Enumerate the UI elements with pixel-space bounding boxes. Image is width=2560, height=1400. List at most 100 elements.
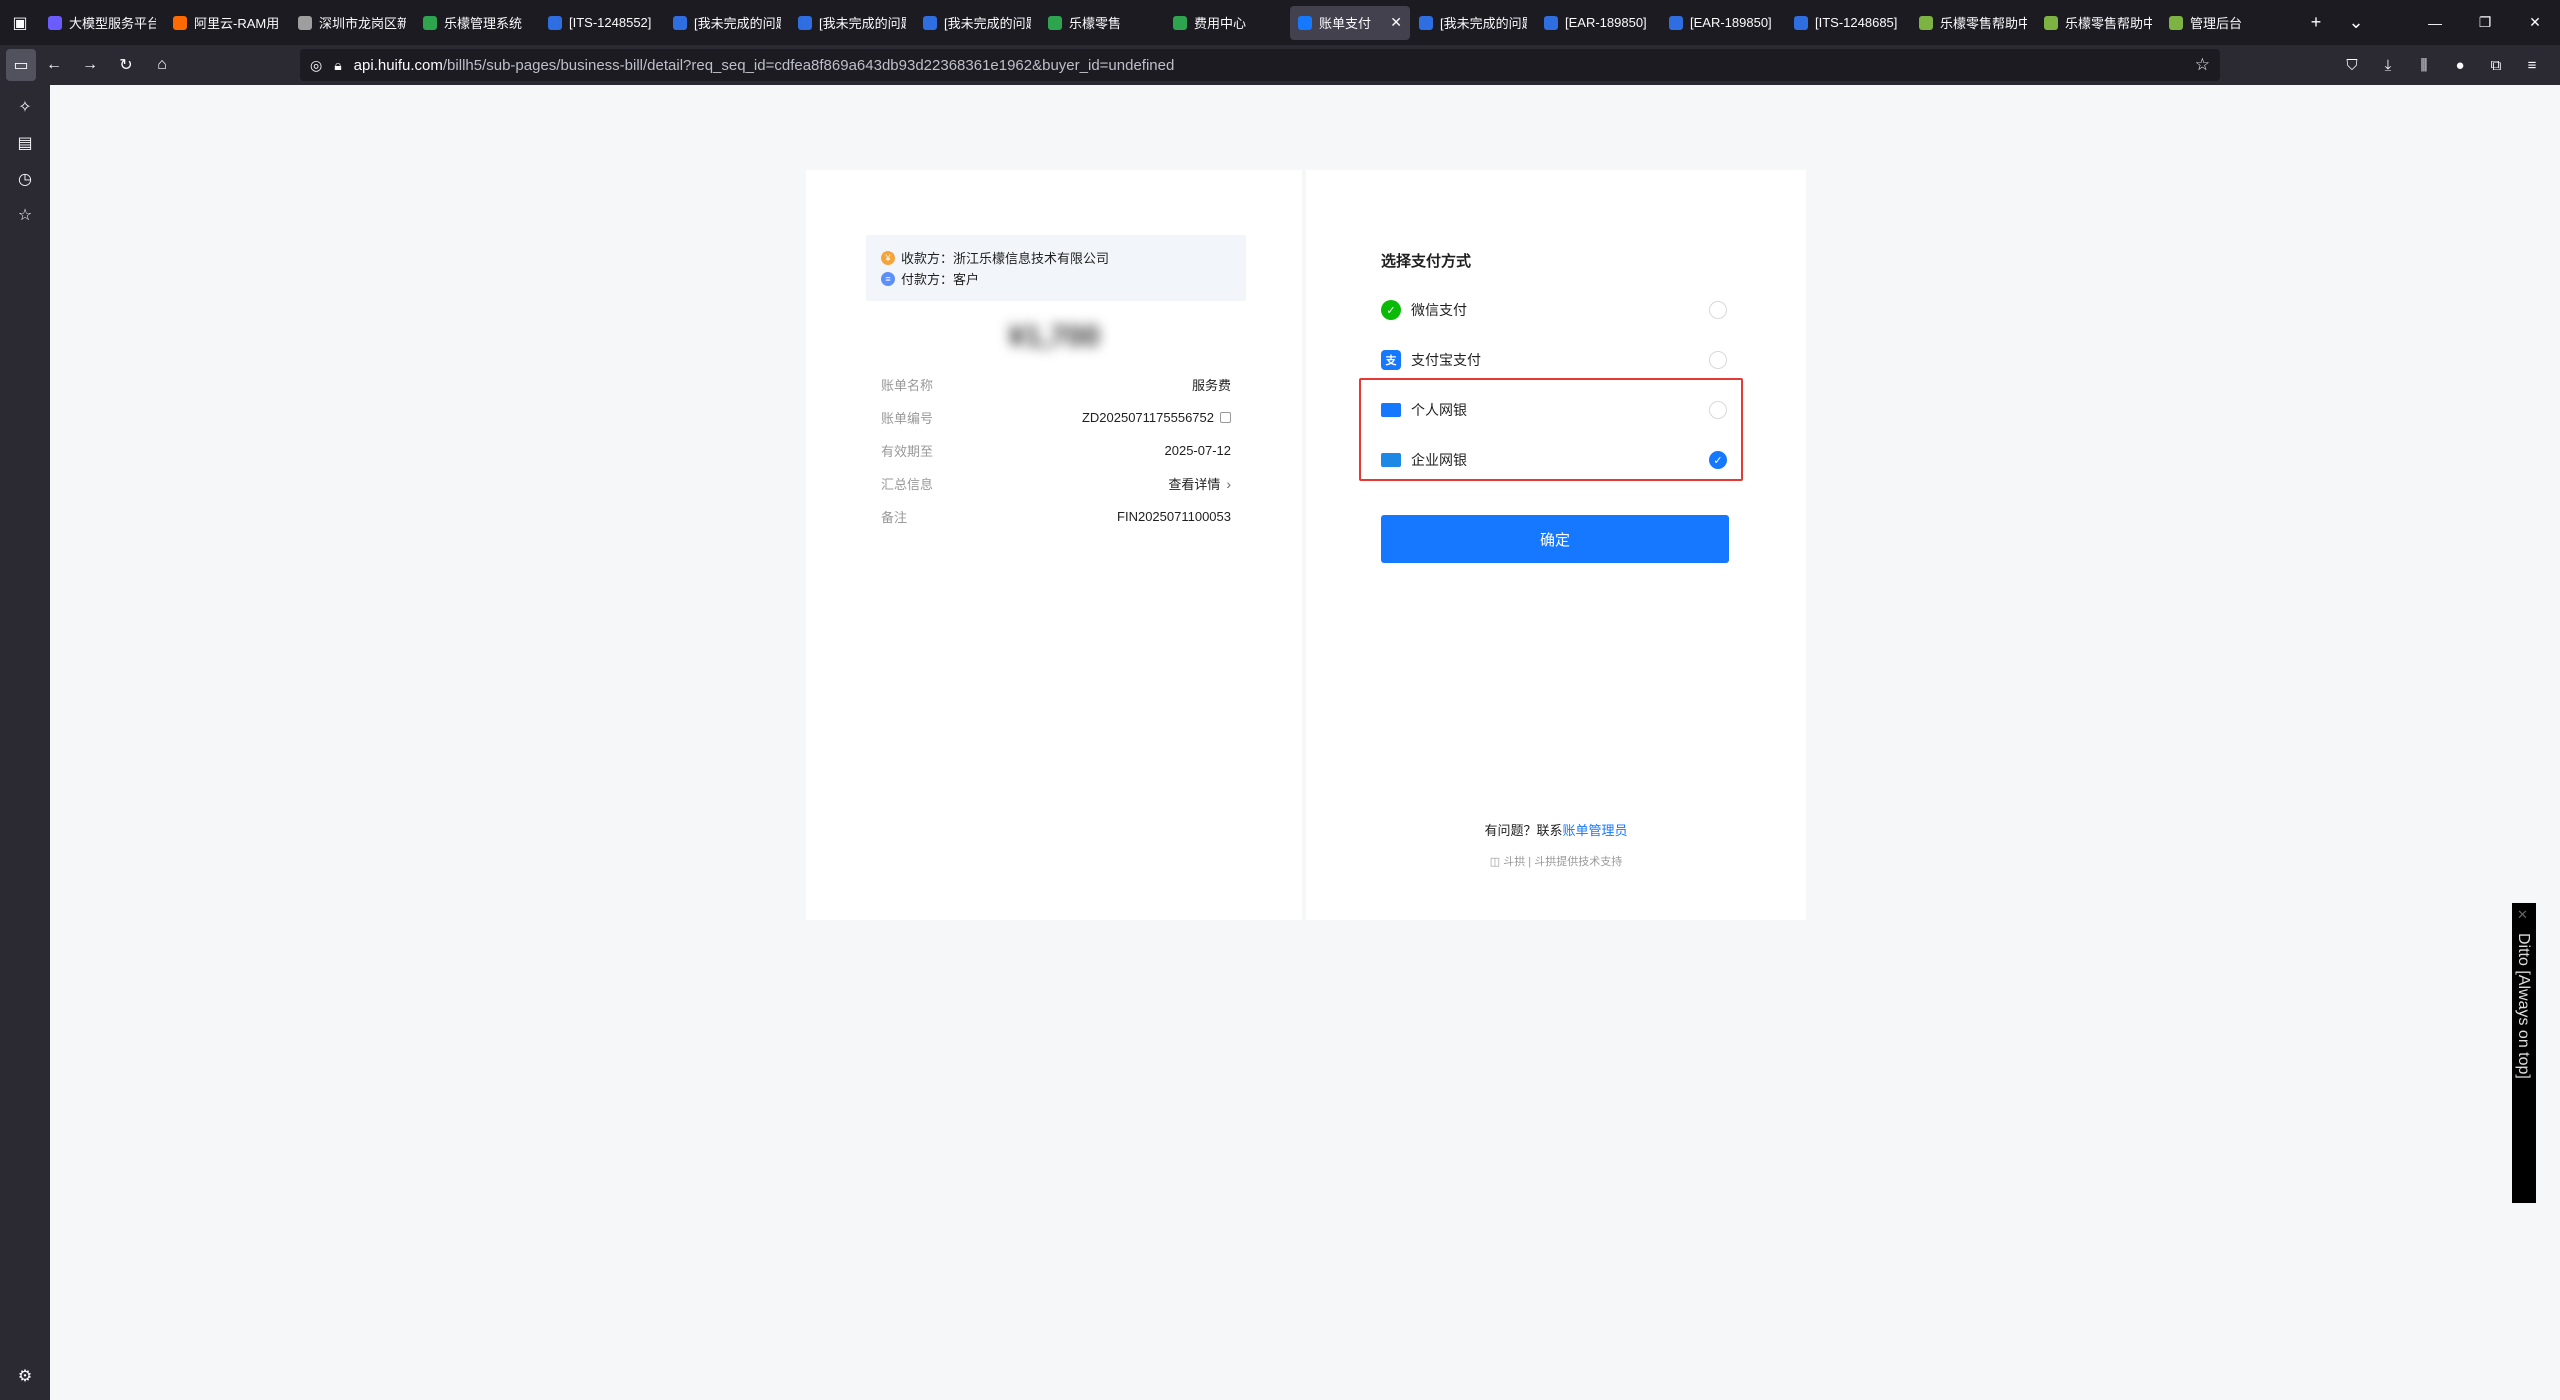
library-icon[interactable]: ⫼ xyxy=(2406,57,2442,74)
alipay-icon: 支 xyxy=(1381,350,1401,370)
tracking-protection-icon[interactable]: ◎ xyxy=(310,57,322,74)
info-value: FIN2025071100053 xyxy=(1117,509,1231,524)
tab[interactable]: 深圳市龙岗区新 xyxy=(290,6,414,40)
tab-favicon-icon xyxy=(1298,15,1312,30)
address-bar[interactable]: ◎ 🔒︎ api.huifu.com /billh5/sub-pages/bus… xyxy=(300,49,2220,81)
tab[interactable]: 管理后台 xyxy=(2161,6,2285,40)
info-value: 2025-07-12 xyxy=(1164,443,1232,458)
payee-value: 浙江乐檬信息技术有限公司 xyxy=(953,251,1110,266)
tab[interactable]: 乐檬零售帮助中 xyxy=(2036,6,2160,40)
bookmarks-icon[interactable]: ☆ xyxy=(0,197,50,233)
tab-label: 费用中心 xyxy=(1194,16,1247,31)
downloads-icon[interactable]: ⤓ xyxy=(2370,57,2406,74)
settings-gear-icon[interactable]: ⚙ xyxy=(0,1358,50,1394)
sidebar-toggle-icon[interactable]: ▭ xyxy=(6,49,36,81)
list-all-tabs-icon[interactable]: ⌄ xyxy=(2336,12,2376,33)
pocket-icon[interactable]: ⛉ xyxy=(2334,57,2370,74)
navigation-bar: ▭ ← → ↻ ⌂ ◎ 🔒︎ api.huifu.com /billh5/sub… xyxy=(0,45,2560,85)
tab[interactable]: [ITS-1248552] xyxy=(540,6,664,40)
close-window-icon[interactable]: ✕ xyxy=(2510,0,2560,45)
tab-label: 账单支付 xyxy=(1319,16,1372,31)
tab-favicon-icon xyxy=(923,15,937,30)
lock-icon[interactable]: 🔒︎ xyxy=(334,57,341,74)
tab-favicon-icon xyxy=(1544,15,1558,30)
tab-favicon-icon xyxy=(548,15,562,30)
firefox-view-icon[interactable]: ▣ xyxy=(0,0,40,45)
ditto-close-icon[interactable]: ✕ xyxy=(2517,907,2528,923)
tab[interactable]: 阿里云-RAM用 xyxy=(165,6,289,40)
tab-label: 管理后台 xyxy=(2190,16,2243,31)
tab[interactable]: [EAR-189850] xyxy=(1661,6,1785,40)
copy-icon[interactable] xyxy=(1220,412,1231,423)
tab-favicon-icon xyxy=(1173,15,1187,30)
tab[interactable]: [我未完成的问题 xyxy=(790,6,914,40)
view-details-link[interactable]: 查看详情 › xyxy=(1168,474,1231,493)
payee-icon: ¥ xyxy=(881,250,895,265)
payment-option-wechat[interactable]: ✓ 微信支付 xyxy=(1381,285,1727,335)
restore-icon[interactable]: ❐ xyxy=(2460,0,2510,45)
radio-wechat[interactable] xyxy=(1709,301,1727,319)
minimize-icon[interactable]: — xyxy=(2410,0,2460,45)
tab-active[interactable]: 账单支付 ✕ xyxy=(1290,5,1410,40)
toolbar-right: ⛉ ⤓ ⫼ ● ⧉ ≡ xyxy=(2334,49,2550,81)
tab[interactable]: 大模型服务平台 xyxy=(40,6,164,40)
bill-amount: ¥1,700 xyxy=(1008,320,1100,353)
tab[interactable]: 费用中心 xyxy=(1165,6,1289,40)
tab-label: [EAR-189850] xyxy=(1690,15,1772,30)
tab-favicon-icon xyxy=(673,15,687,30)
forward-icon[interactable]: → xyxy=(72,49,108,81)
tab-label: 阿里云-RAM用 xyxy=(194,16,280,31)
tab-favicon-icon xyxy=(2044,15,2058,30)
tab-label: 乐檬零售帮助中 xyxy=(2065,16,2152,31)
tab-label: [EAR-189850] xyxy=(1565,15,1647,30)
bill-info-list: 账单名称 服务费 账单编号 ZD2025071175556752 有效期至 20… xyxy=(881,368,1231,533)
tab[interactable]: 乐檬管理系统 xyxy=(415,6,539,40)
payer-row: ≡ 付款方： 客户 xyxy=(881,268,1231,289)
tab[interactable]: 乐檬零售帮助中 xyxy=(1911,6,2035,40)
tab[interactable]: 乐檬零售 xyxy=(1040,6,1164,40)
ditto-window[interactable]: ✕ Ditto [Always on top] xyxy=(2512,903,2536,1203)
tab-label: [我未完成的问题 xyxy=(1440,16,1527,31)
radio-alipay[interactable] xyxy=(1709,351,1727,369)
bookmark-star-icon[interactable]: ☆ xyxy=(2195,55,2210,75)
tab-favicon-icon xyxy=(798,15,812,30)
info-row-name: 账单名称 服务费 xyxy=(881,368,1231,401)
payee-row: ¥ 收款方： 浙江乐檬信息技术有限公司 xyxy=(881,247,1231,268)
info-key: 备注 xyxy=(881,510,908,525)
tab-label: 大模型服务平台 xyxy=(69,16,156,31)
history-icon[interactable]: ◷ xyxy=(0,161,50,197)
back-icon[interactable]: ← xyxy=(36,49,72,81)
wechat-icon: ✓ xyxy=(1381,300,1401,320)
extensions-icon[interactable]: ⧉ xyxy=(2478,57,2514,74)
help-text: 有问题？联系账单管理员 xyxy=(1306,820,1806,839)
menu-icon[interactable]: ≡ xyxy=(2514,57,2550,74)
home-icon[interactable]: ⌂ xyxy=(144,49,180,81)
tab-favicon-icon xyxy=(1919,15,1933,30)
tab-close-icon[interactable]: ✕ xyxy=(1384,14,1402,31)
ai-chat-icon[interactable]: ✧ xyxy=(0,89,50,125)
reload-icon[interactable]: ↻ xyxy=(108,49,144,81)
payer-icon: ≡ xyxy=(881,271,895,286)
tab[interactable]: [ITS-1248685] xyxy=(1786,6,1910,40)
account-icon[interactable]: ● xyxy=(2442,57,2478,74)
tab[interactable]: [我未完成的问题 xyxy=(1411,6,1535,40)
tab-label: 深圳市龙岗区新 xyxy=(319,16,406,31)
tab[interactable]: [我未完成的问题 xyxy=(665,6,789,40)
info-value: 服务费 xyxy=(1191,378,1231,393)
page-content: ¥ 收款方： 浙江乐檬信息技术有限公司 ≡ 付款方： 客户 ¥1,700 账单名… xyxy=(50,85,2560,1400)
window-controls: — ❐ ✕ xyxy=(2410,0,2560,45)
tab[interactable]: [我未完成的问题 xyxy=(915,6,1039,40)
contact-admin-link[interactable]: 账单管理员 xyxy=(1563,823,1628,838)
tab-favicon-icon xyxy=(423,15,437,30)
powered-text: 斗拱提供技术支持 xyxy=(1534,856,1623,868)
help-prefix: 有问题？联系 xyxy=(1484,823,1563,838)
confirm-button[interactable]: 确定 xyxy=(1381,515,1729,563)
info-row-expiry: 有效期至 2025-07-12 xyxy=(881,434,1231,467)
payment-title: 选择支付方式 xyxy=(1381,253,1472,270)
new-tab-icon[interactable]: + xyxy=(2296,12,2336,33)
tab[interactable]: [EAR-189850] xyxy=(1536,6,1660,40)
tab-favicon-icon xyxy=(1048,15,1062,30)
tab-label: 乐檬零售帮助中 xyxy=(1940,16,2027,31)
synced-tabs-icon[interactable]: ▤ xyxy=(0,125,50,161)
party-info: ¥ 收款方： 浙江乐檬信息技术有限公司 ≡ 付款方： 客户 xyxy=(866,235,1246,301)
